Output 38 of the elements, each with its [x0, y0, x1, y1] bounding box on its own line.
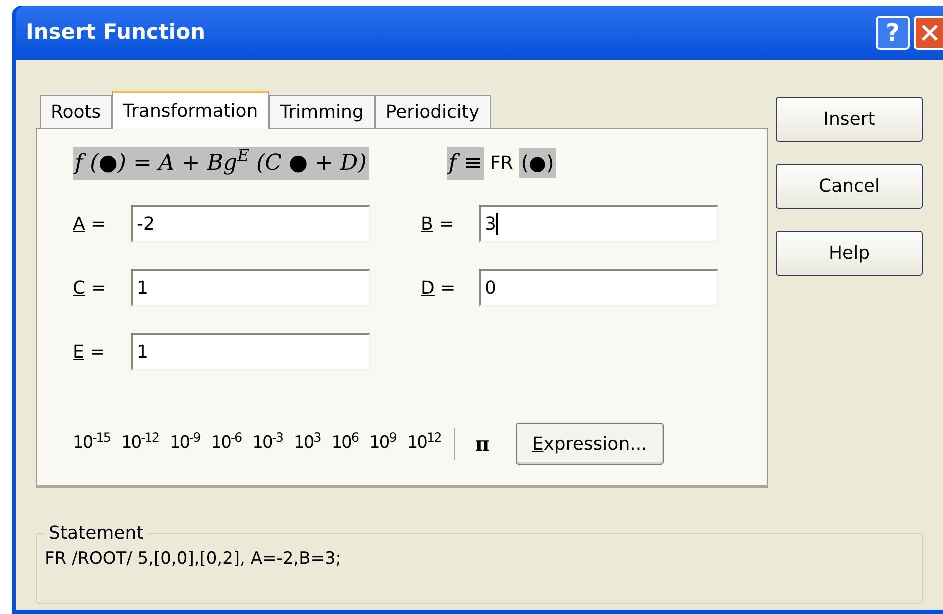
field-label: A =: [73, 212, 108, 236]
power-button[interactable]: 10$^{-9}$: [170, 431, 200, 457]
tab[interactable]: Transformation: [112, 91, 270, 129]
tab[interactable]: Roots: [40, 95, 112, 128]
help-button[interactable]: ?: [876, 16, 910, 50]
input-field[interactable]: 1: [131, 269, 371, 307]
power-button[interactable]: 10$^{-12}$: [121, 431, 159, 457]
power-button[interactable]: 10$^{-15}$: [73, 431, 110, 457]
dialog-button[interactable]: Cancel: [776, 164, 923, 209]
field-label: C =: [73, 276, 108, 300]
close-button[interactable]: [914, 16, 943, 50]
input-field[interactable]: 3: [479, 205, 719, 243]
tab[interactable]: Trimming: [269, 95, 375, 128]
power-button[interactable]: 10$^{6}$: [332, 431, 359, 457]
power-button[interactable]: 10$^{12}$: [407, 431, 442, 457]
expression-button[interactable]: Expression...: [516, 423, 664, 465]
power-button[interactable]: 10$^{-3}$: [252, 431, 284, 457]
dialog-button[interactable]: Help: [776, 231, 923, 276]
field-label: D =: [421, 276, 457, 300]
formula: f (●) = A + Bg$^{E}$ (C ● + D): [73, 146, 369, 180]
pi-button[interactable]: π: [475, 429, 490, 459]
function-name: FR: [490, 152, 514, 176]
window-title: Insert Function: [26, 19, 206, 46]
input-field[interactable]: 0: [479, 269, 719, 307]
input-field[interactable]: 1: [131, 333, 371, 371]
close-icon: [920, 24, 938, 42]
tab[interactable]: Periodicity: [374, 95, 491, 128]
argument-symbol: (●): [519, 148, 556, 178]
power-button[interactable]: 10$^{-6}$: [211, 431, 242, 457]
power-button[interactable]: 10$^{9}$: [370, 431, 396, 457]
statement-text: FR /ROOT/ 5,[0,0],[0,2], A=-2,B=3;: [45, 549, 342, 569]
group-legend: Statement: [45, 520, 148, 547]
field-label: B =: [421, 212, 456, 236]
field-label: E =: [73, 340, 106, 364]
function-symbol: f ≡: [446, 146, 484, 180]
power-button[interactable]: 10$^{3}$: [294, 431, 321, 457]
dialog-button[interactable]: Insert: [776, 97, 923, 142]
input-field[interactable]: -2: [131, 205, 371, 243]
